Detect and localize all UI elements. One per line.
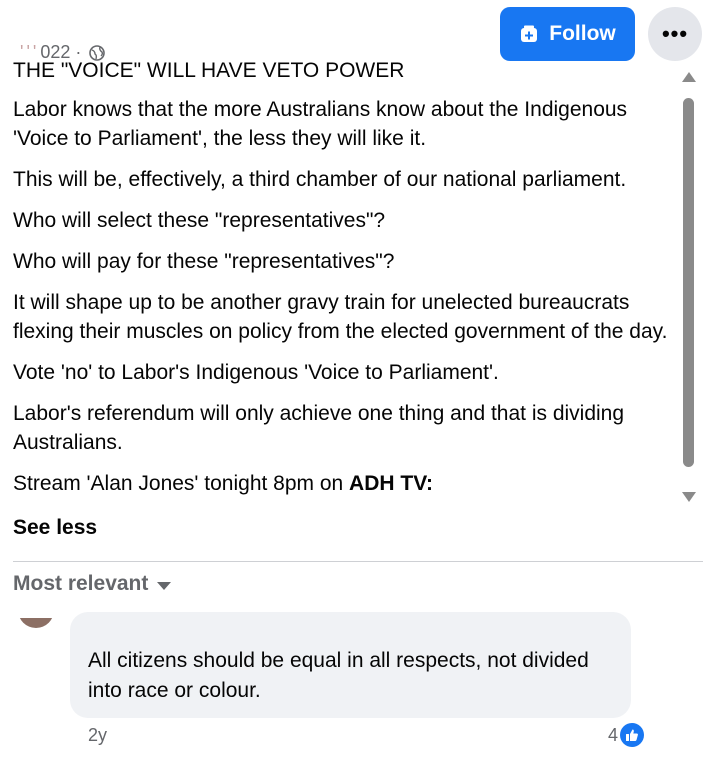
post-paragraph: It will shape up to be another gravy tra…	[13, 291, 668, 343]
cut-off-text: Stream 'Alan Jones' tonight 8pm on	[13, 472, 350, 495]
scroll-thumb[interactable]	[683, 98, 694, 467]
follow-button[interactable]: Follow	[500, 7, 635, 61]
post-paragraph: Vote 'no' to Labor's Indigenous 'Voice t…	[13, 361, 499, 384]
scroll-down-arrow-icon[interactable]	[682, 492, 696, 502]
comment-bubble: All citizens should be equal in all resp…	[70, 612, 631, 718]
post-text: THE "VOICE" WILL HAVE VETO POWER Labor k…	[13, 56, 681, 514]
comment-reactions[interactable]: 4	[608, 723, 645, 747]
more-options-button[interactable]: •••	[648, 7, 702, 61]
divider	[13, 561, 703, 562]
see-less-link[interactable]: See less	[13, 516, 97, 540]
avatar-image	[18, 618, 54, 628]
post-paragraph: Who will pay for these "representatives"…	[13, 250, 395, 273]
post-paragraph: This will be, effectively, a third chamb…	[13, 168, 627, 191]
post-headline: THE "VOICE" WILL HAVE VETO POWER	[13, 59, 405, 82]
reaction-count: 4	[608, 724, 619, 745]
follow-page-icon	[521, 25, 538, 42]
more-options-icon: •••	[661, 21, 689, 46]
post-paragraph: Labor's referendum will only achieve one…	[13, 402, 625, 454]
post-paragraph: Who will select these "representatives"?	[13, 209, 386, 232]
caret-down-icon	[157, 581, 172, 590]
post-paragraph: Labor knows that the more Australians kn…	[13, 98, 628, 150]
follow-label: Follow	[549, 22, 616, 45]
comment-text: All citizens should be equal in all resp…	[88, 649, 589, 702]
sort-label: Most relevant	[13, 572, 149, 595]
avatar[interactable]	[18, 618, 54, 660]
post-scrollbar[interactable]	[680, 72, 698, 508]
comment-sort-dropdown[interactable]: Most relevant	[13, 572, 172, 596]
scroll-up-arrow-icon[interactable]	[682, 72, 696, 82]
post-paragraph-cut-off: Stream 'Alan Jones' tonight 8pm on ADH T…	[13, 469, 681, 498]
cut-off-bold-text: ADH TV:	[349, 472, 434, 495]
like-icon	[620, 723, 645, 747]
comment-timestamp[interactable]: 2y	[88, 725, 107, 746]
